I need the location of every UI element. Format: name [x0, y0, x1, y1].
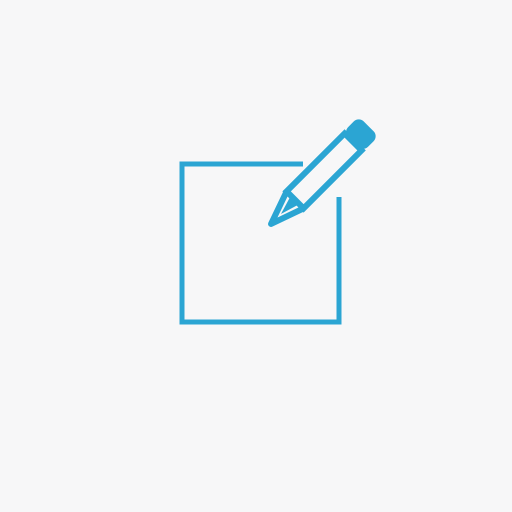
edit-button[interactable]: [0, 0, 512, 512]
square-outline-icon: [179, 161, 342, 325]
app-icon-canvas: [0, 0, 512, 512]
edit-icon[interactable]: [0, 0, 512, 512]
pencil-icon: [268, 119, 376, 227]
